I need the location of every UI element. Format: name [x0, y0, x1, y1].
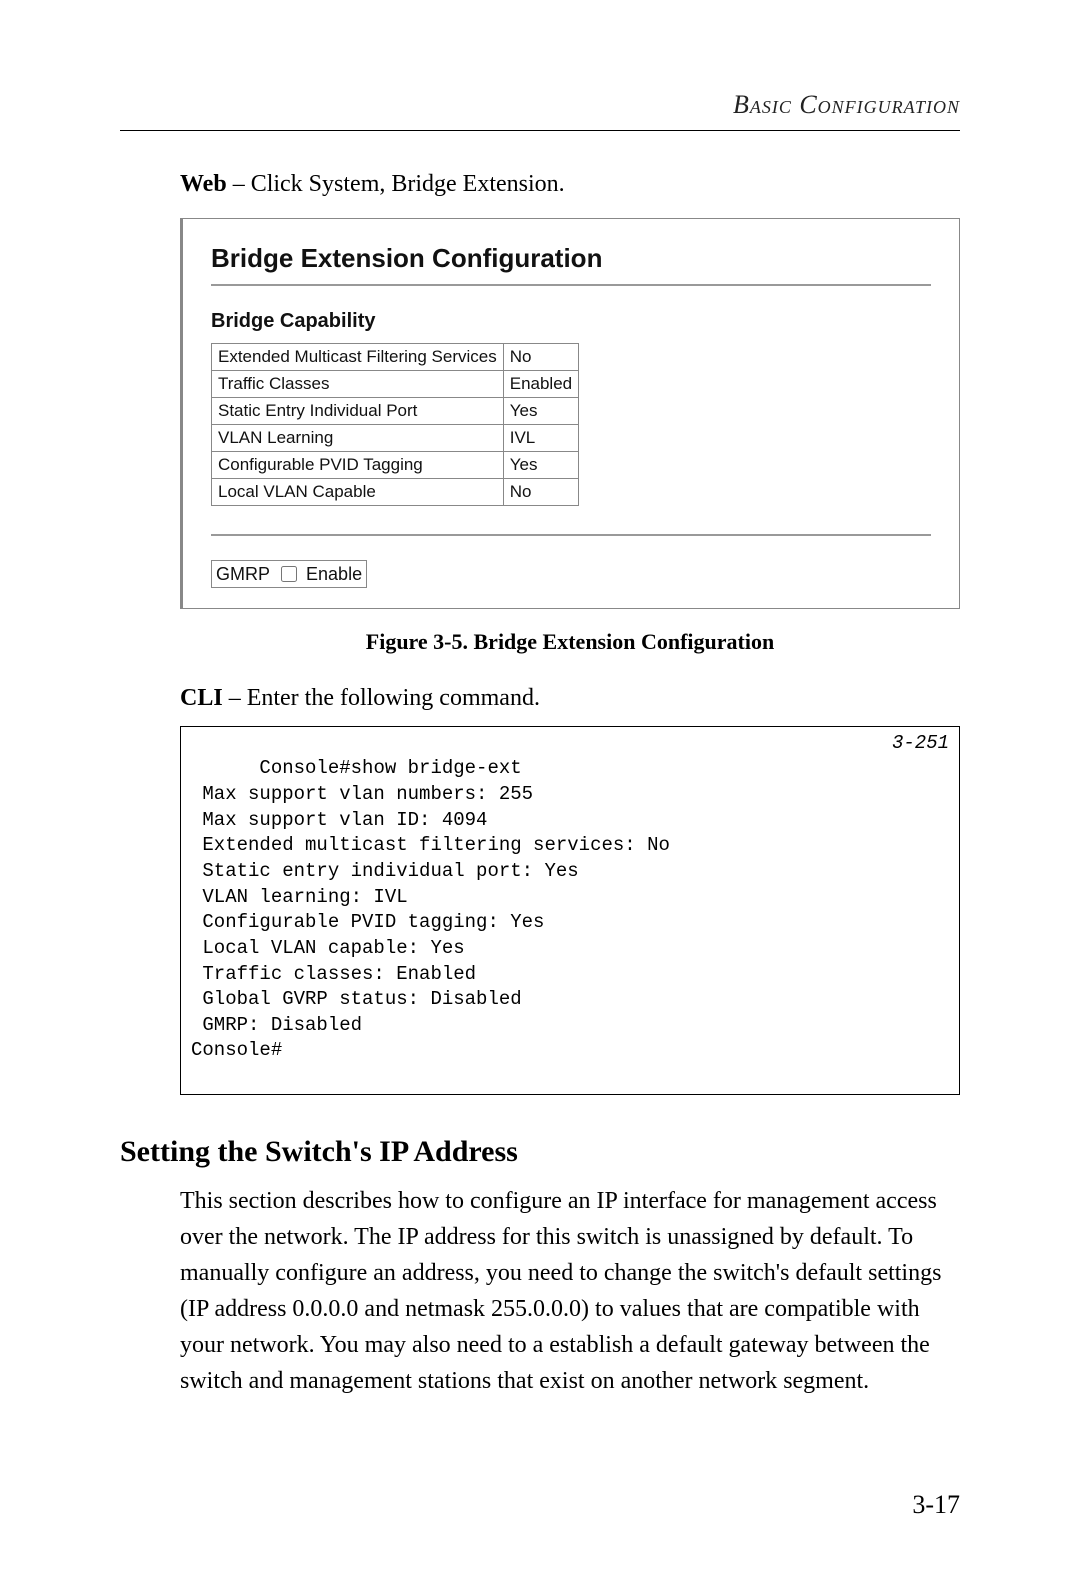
screenshot-divider [211, 534, 931, 536]
table-row: VLAN LearningIVL [212, 425, 579, 452]
capability-label-cell: Configurable PVID Tagging [212, 452, 504, 479]
web-label: Web [180, 171, 227, 197]
cli-console-output: 3-251 Console#show bridge-ext Max support… [180, 726, 960, 1095]
capability-value-cell: No [503, 344, 578, 371]
capability-label-cell: VLAN Learning [212, 425, 504, 452]
capability-value-cell: IVL [503, 425, 578, 452]
cli-page-reference: 3-251 [892, 731, 949, 757]
header-rule [120, 130, 960, 131]
table-row: Traffic ClassesEnabled [212, 371, 579, 398]
cli-instruction-line: CLI – Enter the following command. [180, 685, 960, 712]
capability-value-cell: Yes [503, 398, 578, 425]
capability-label-cell: Traffic Classes [212, 371, 504, 398]
section-heading-ip-address: Setting the Switch's IP Address [120, 1135, 960, 1169]
gmrp-setting-row: GMRP Enable [211, 560, 367, 588]
capability-value-cell: Yes [503, 452, 578, 479]
capability-label-cell: Static Entry Individual Port [212, 398, 504, 425]
capability-label-cell: Extended Multicast Filtering Services [212, 344, 504, 371]
figure-caption: Figure 3-5. Bridge Extension Configurati… [180, 629, 960, 655]
bridge-extension-screenshot: Bridge Extension Configuration Bridge Ca… [180, 218, 960, 609]
bridge-capability-table: Extended Multicast Filtering ServicesNoT… [211, 343, 579, 506]
cli-console-text: Console#show bridge-ext Max support vlan… [191, 757, 670, 1061]
page-number: 3-17 [912, 1490, 960, 1520]
gmrp-label: GMRP [216, 564, 270, 584]
section-body-text: This section describes how to configure … [180, 1183, 960, 1399]
capability-value-cell: Enabled [503, 371, 578, 398]
gmrp-enable-checkbox[interactable] [281, 566, 297, 582]
web-instruction-line: Web – Click System, Bridge Extension. [180, 171, 960, 198]
cli-instruction-text: – Enter the following command. [223, 685, 540, 711]
table-row: Local VLAN CapableNo [212, 479, 579, 506]
capability-value-cell: No [503, 479, 578, 506]
screenshot-title: Bridge Extension Configuration [211, 243, 931, 286]
table-row: Configurable PVID TaggingYes [212, 452, 579, 479]
web-instruction-text: – Click System, Bridge Extension. [227, 171, 565, 197]
table-row: Extended Multicast Filtering ServicesNo [212, 344, 579, 371]
running-header: Basic Configuration [120, 90, 960, 120]
bridge-capability-heading: Bridge Capability [211, 310, 931, 333]
table-row: Static Entry Individual PortYes [212, 398, 579, 425]
capability-label-cell: Local VLAN Capable [212, 479, 504, 506]
cli-label: CLI [180, 685, 223, 711]
gmrp-checkbox-label: Enable [306, 564, 362, 584]
